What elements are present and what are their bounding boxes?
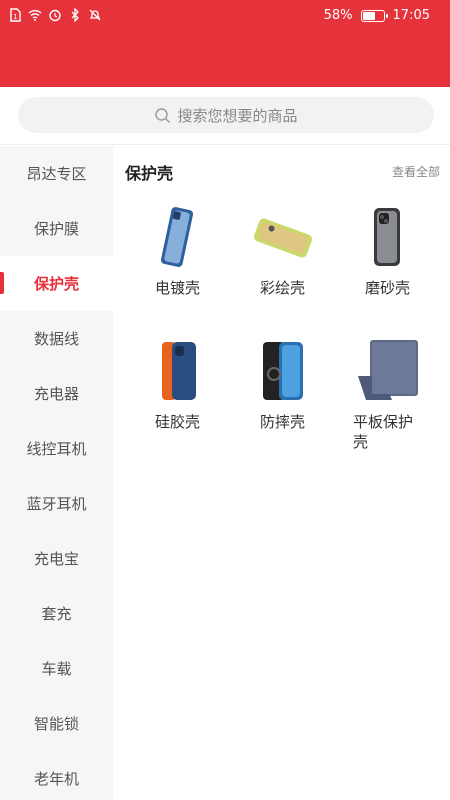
app-screen: 1 58% 17:05 搜索您想要的商品 昂达专区 保护膜 保护壳 数据线 充电… bbox=[0, 0, 450, 800]
sidebar-item-power-bank[interactable]: 充电宝 bbox=[0, 531, 113, 586]
status-icons-left: 1 bbox=[8, 8, 102, 22]
battery-icon bbox=[360, 9, 388, 22]
category-sidebar: 昂达专区 保护膜 保护壳 数据线 充电器 线控耳机 蓝牙耳机 充电宝 套充 车载… bbox=[0, 146, 113, 800]
sidebar-item-charger-set[interactable]: 套充 bbox=[0, 586, 113, 641]
section-title: 保护壳 bbox=[125, 164, 174, 183]
electroplated-case-icon bbox=[142, 204, 214, 270]
product-label: 磨砂壳 bbox=[364, 279, 410, 297]
clock: 17:05 bbox=[392, 8, 430, 23]
status-bar: 1 58% 17:05 bbox=[0, 0, 450, 32]
sidebar-item-car[interactable]: 车载 bbox=[0, 641, 113, 696]
view-all-link[interactable]: 查看全部 bbox=[392, 163, 440, 180]
sim-icon: 1 bbox=[10, 8, 21, 22]
silicone-case-icon bbox=[142, 338, 214, 404]
sidebar-item-phone-case[interactable]: 保护壳 bbox=[0, 256, 113, 311]
wifi-icon bbox=[28, 10, 42, 21]
section-header: 保护壳 查看全部 bbox=[125, 160, 440, 183]
search-area: 搜索您想要的商品 bbox=[0, 87, 450, 145]
sidebar-item-charger[interactable]: 充电器 bbox=[0, 366, 113, 421]
sidebar-item-label: 套充 bbox=[41, 605, 72, 623]
header-bar: 1 58% 17:05 bbox=[0, 0, 450, 87]
product-item[interactable]: 磨砂壳 bbox=[335, 204, 440, 298]
sidebar-item-bluetooth-earphones[interactable]: 蓝牙耳机 bbox=[0, 476, 113, 531]
product-item[interactable]: 彩绘壳 bbox=[230, 204, 335, 298]
alarm-icon bbox=[49, 9, 61, 22]
status-icons-right: 58% 17:05 bbox=[324, 8, 430, 23]
mute-icon bbox=[89, 9, 101, 21]
sidebar-item-senior-phone[interactable]: 老年机 bbox=[0, 751, 113, 800]
tablet-case-icon bbox=[352, 338, 424, 404]
sidebar-item-label: 充电宝 bbox=[33, 550, 79, 568]
product-label: 平板保护壳 bbox=[353, 413, 414, 451]
search-input[interactable]: 搜索您想要的商品 bbox=[18, 97, 434, 133]
painted-case-icon bbox=[247, 204, 319, 270]
product-item[interactable]: 防摔壳 bbox=[230, 338, 335, 432]
product-label: 彩绘壳 bbox=[259, 279, 305, 297]
sidebar-item-label: 保护壳 bbox=[33, 275, 79, 293]
sidebar-item-label: 蓝牙耳机 bbox=[26, 495, 87, 513]
product-label: 防摔壳 bbox=[259, 413, 305, 431]
product-label: 电镀壳 bbox=[154, 279, 200, 297]
search-icon bbox=[155, 107, 171, 123]
sidebar-item-data-cable[interactable]: 数据线 bbox=[0, 311, 113, 366]
sidebar-item-smart-lock[interactable]: 智能锁 bbox=[0, 696, 113, 751]
frosted-case-icon bbox=[352, 204, 424, 270]
sidebar-item-wired-earphones[interactable]: 线控耳机 bbox=[0, 421, 113, 476]
sidebar-item-label: 智能锁 bbox=[33, 715, 79, 733]
product-label: 硅胶壳 bbox=[154, 413, 200, 431]
sidebar-item-label: 充电器 bbox=[33, 385, 79, 403]
sidebar-item-screen-protector[interactable]: 保护膜 bbox=[0, 201, 113, 256]
sidebar-item-label: 车载 bbox=[41, 660, 72, 678]
sidebar-item-label: 数据线 bbox=[33, 330, 79, 348]
sidebar-item-label: 保护膜 bbox=[33, 220, 79, 238]
category-content: 保护壳 查看全部 电镀壳 彩绘壳 磨砂壳 硅胶壳 防摔壳 平板保护壳 bbox=[113, 146, 450, 800]
sidebar-item-label: 老年机 bbox=[33, 770, 79, 788]
bluetooth-icon bbox=[71, 8, 79, 22]
product-item[interactable]: 平板保护壳 bbox=[335, 338, 440, 452]
sidebar-item-onda[interactable]: 昂达专区 bbox=[0, 146, 113, 201]
svg-text:1: 1 bbox=[13, 13, 17, 21]
product-item[interactable]: 硅胶壳 bbox=[125, 338, 230, 432]
sidebar-item-label: 线控耳机 bbox=[26, 440, 87, 458]
product-item[interactable]: 电镀壳 bbox=[125, 204, 230, 298]
sidebar-item-label: 昂达专区 bbox=[26, 165, 87, 183]
shockproof-case-icon bbox=[247, 338, 319, 404]
search-placeholder: 搜索您想要的商品 bbox=[177, 106, 298, 125]
battery-level bbox=[362, 11, 375, 20]
battery-percent: 58% bbox=[323, 8, 353, 23]
